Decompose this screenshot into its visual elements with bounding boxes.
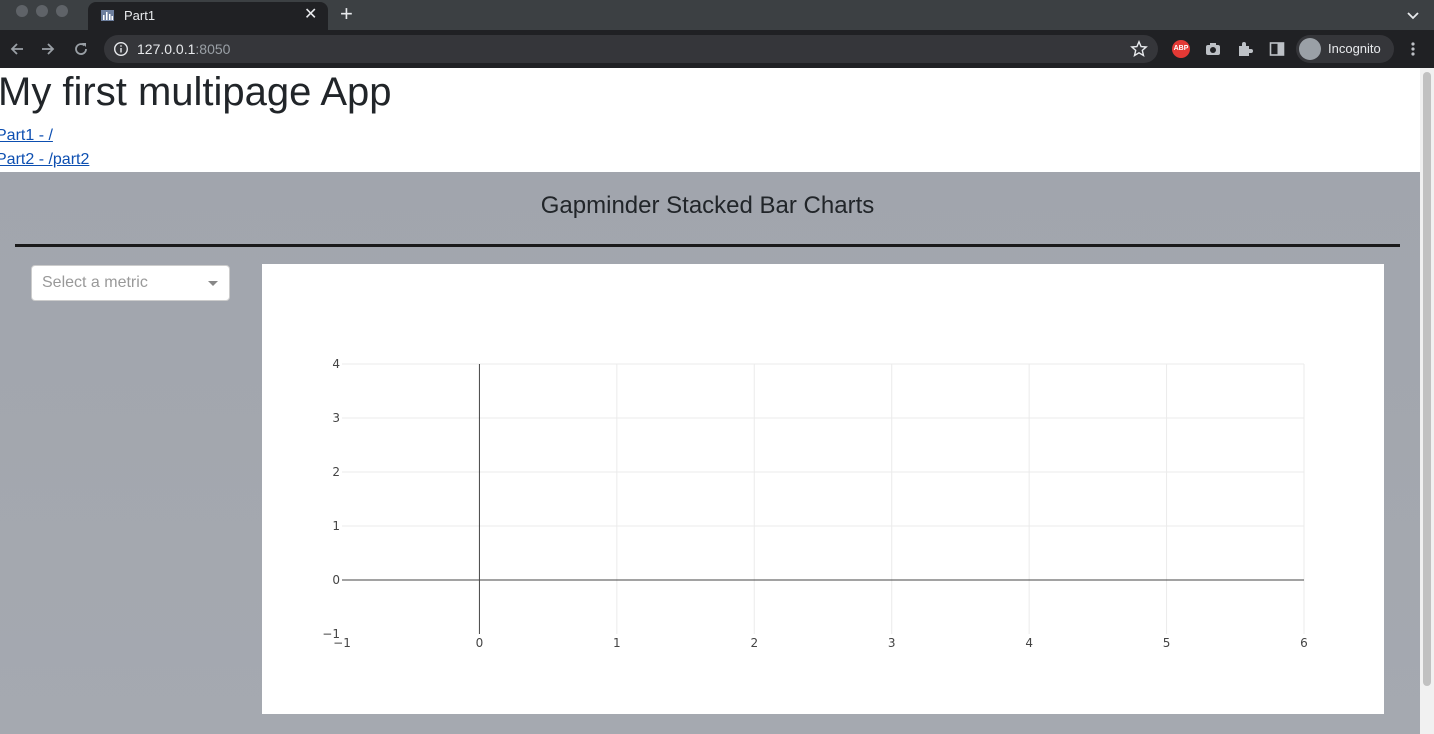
app-title: My first multipage App — [0, 70, 392, 114]
x-tick-label: 5 — [1163, 636, 1171, 650]
close-window-dot[interactable] — [16, 5, 28, 17]
metric-dropdown-placeholder: Select a metric — [42, 274, 148, 291]
dashboard-container: Gapminder Stacked Bar Charts Select a me… — [0, 172, 1420, 734]
camera-extension-icon[interactable] — [1204, 40, 1222, 58]
minimize-window-dot[interactable] — [36, 5, 48, 17]
y-tick-label: 2 — [332, 465, 340, 479]
tab-search-chevron-icon[interactable] — [1404, 6, 1422, 24]
extensions-puzzle-icon[interactable] — [1236, 40, 1254, 58]
stacked-bar-graph[interactable]: −1 0 1 2 3 4 5 6 −1 0 1 2 3 4 — [262, 264, 1384, 714]
y-tick-label: 3 — [332, 411, 340, 425]
url-text: 127.0.0.1:8050 — [137, 41, 230, 57]
dropdown-caret-icon[interactable] — [208, 281, 218, 286]
new-tab-plus-icon[interactable]: + — [340, 2, 353, 26]
back-arrow-icon[interactable] — [8, 40, 26, 58]
address-bar[interactable]: 127.0.0.1:8050 — [104, 35, 1158, 63]
reload-icon[interactable] — [72, 40, 90, 58]
tab-close-icon[interactable]: ✕ — [304, 6, 317, 24]
url-host: 127.0.0.1 — [137, 41, 196, 57]
x-tick-label: 0 — [476, 636, 484, 650]
browser-toolbar: 127.0.0.1:8050 Incognito — [0, 30, 1434, 68]
nav-link-part1[interactable]: Part1 - / — [0, 127, 53, 145]
divider — [15, 244, 1400, 247]
x-tick-label: 6 — [1300, 636, 1308, 650]
y-tick-label: 1 — [332, 519, 340, 533]
nav-link-part2[interactable]: Part2 - /part2 — [0, 151, 89, 169]
y-tick-label: 0 — [332, 573, 340, 587]
page-content: My first multipage App Part1 - / Part2 -… — [0, 68, 1420, 734]
tab-title: Part1 — [124, 8, 156, 23]
profile-label: Incognito — [1328, 41, 1381, 56]
adblock-plus-extension-icon[interactable]: ABP — [1172, 40, 1190, 58]
chart-svg: −1 0 1 2 3 4 5 6−101234 — [322, 357, 1308, 650]
y-tick-label: −1 — [322, 627, 340, 641]
browser-menu-kebab-icon[interactable] — [1404, 40, 1422, 58]
side-panel-icon[interactable] — [1268, 40, 1286, 58]
forward-arrow-icon[interactable] — [39, 40, 57, 58]
scrollbar-thumb[interactable] — [1423, 72, 1431, 686]
x-tick-label: 4 — [1025, 636, 1033, 650]
bar-chart-favicon-icon — [101, 10, 114, 21]
browser-tab-active[interactable]: Part1 ✕ — [88, 2, 328, 30]
y-tick-label: 4 — [332, 357, 340, 371]
x-tick-label: 2 — [750, 636, 758, 650]
site-info-icon[interactable] — [113, 41, 129, 57]
tab-strip: Part1 ✕ + — [0, 0, 1434, 30]
maximize-window-dot[interactable] — [56, 5, 68, 17]
incognito-avatar-icon — [1299, 38, 1321, 60]
x-tick-label: 1 — [613, 636, 621, 650]
dashboard-title: Gapminder Stacked Bar Charts — [540, 192, 875, 219]
x-tick-label: 3 — [888, 636, 896, 650]
page-scrollbar[interactable] — [1420, 68, 1434, 734]
url-port: :8050 — [195, 41, 231, 57]
incognito-profile-button[interactable]: Incognito — [1296, 35, 1394, 63]
bookmark-star-icon[interactable] — [1130, 40, 1148, 58]
metric-dropdown[interactable]: Select a metric — [31, 265, 230, 301]
